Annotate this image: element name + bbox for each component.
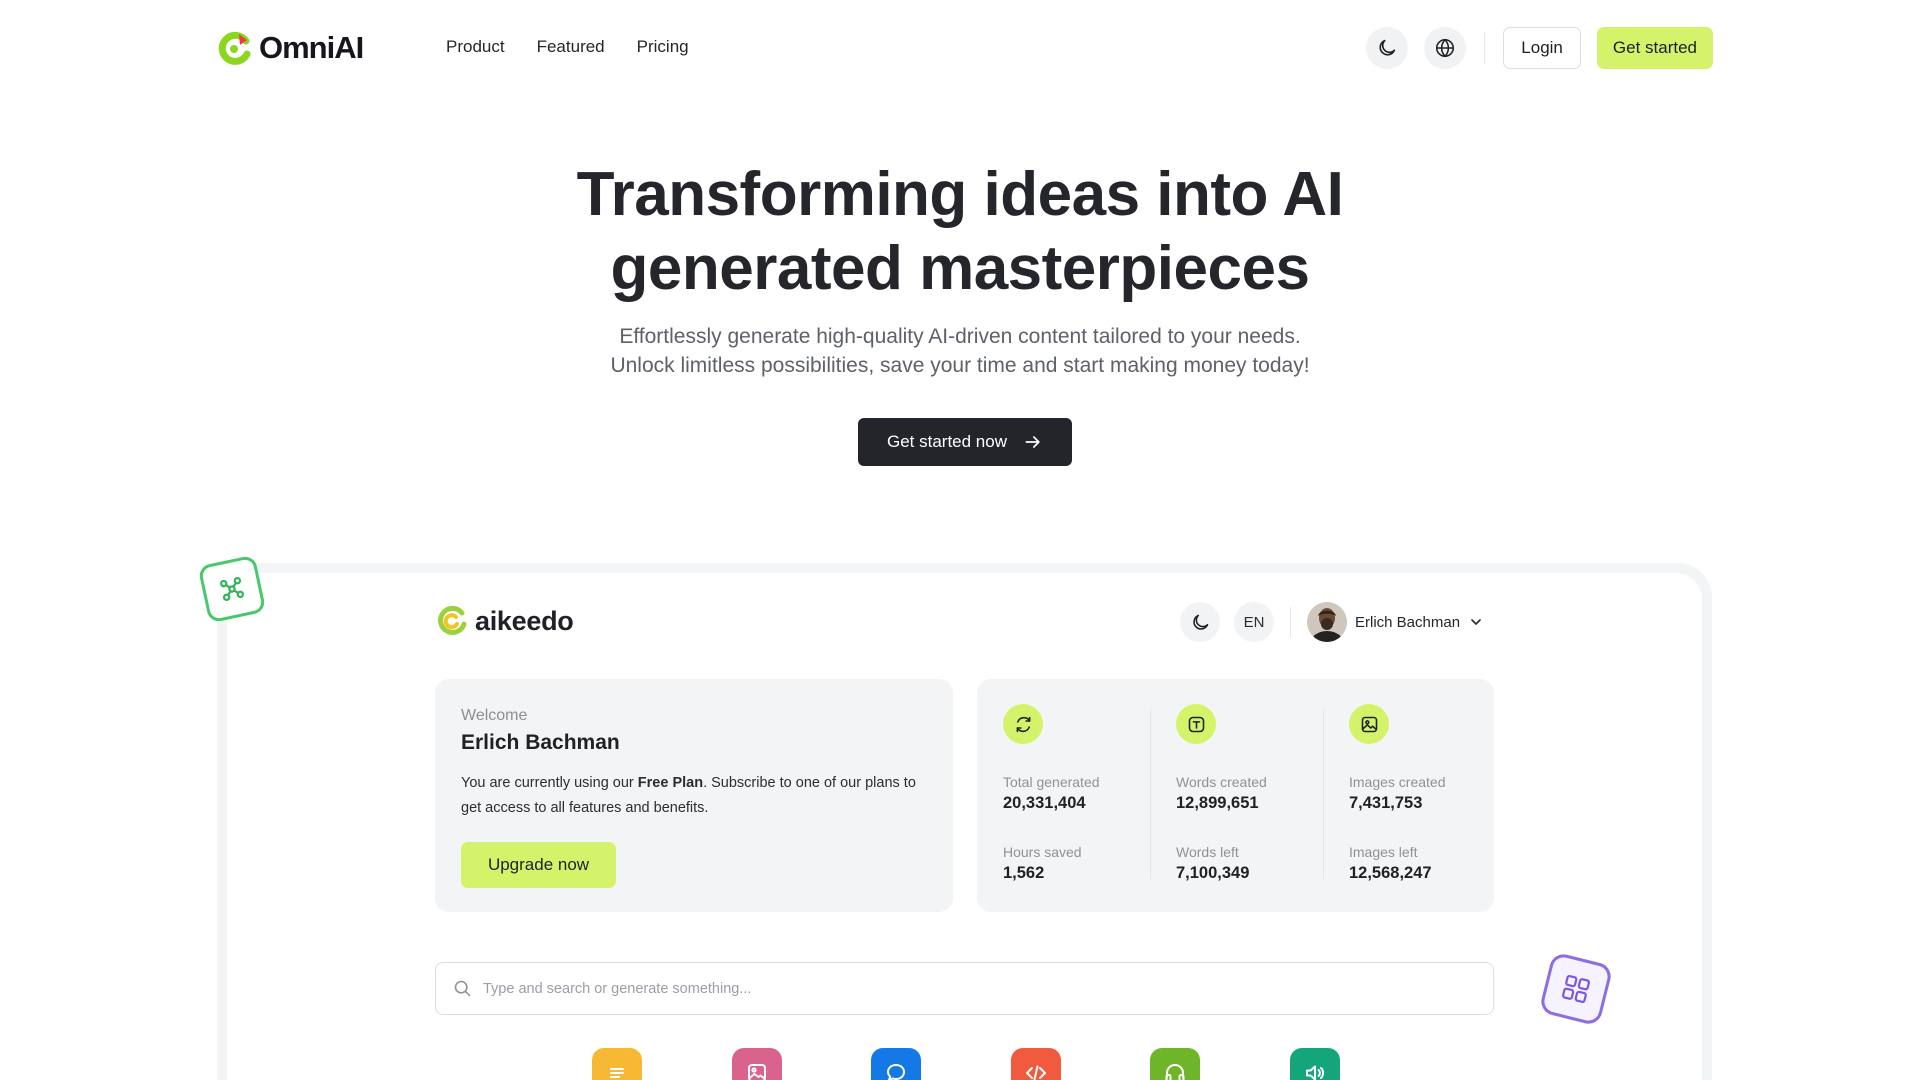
brand-logo[interactable]: OmniAI [217,30,364,66]
nav-divider [1484,32,1486,64]
stat-label: Words left [1176,844,1239,860]
speaker-icon [1306,1065,1325,1080]
image-icon [1361,716,1377,732]
hero-title-line-2: generated masterpieces [610,234,1310,303]
grid-icon [1561,974,1591,1004]
nav-link-featured[interactable]: Featured [537,37,605,57]
tool-code-tile[interactable] [1011,1048,1061,1080]
stat-column-total: Total generated 20,331,404 Hours saved 1… [977,679,1149,912]
stat-value: 12,568,247 [1349,864,1432,882]
tool-image-tile[interactable] [732,1048,782,1080]
welcome-label: Welcome [461,707,528,724]
aikeedo-logo-icon [438,605,467,635]
cta-label: Get started now [886,432,1007,451]
globe-icon [1436,38,1455,58]
omniai-logo-icon [218,31,251,65]
stat-label: Hours saved [1003,844,1082,860]
stat-label: Images left [1349,844,1418,860]
nav-actions: Login Get started [1366,27,1713,69]
tool-speech-tile[interactable] [1290,1048,1340,1080]
chat-icon [887,1064,905,1080]
stat-value: 20,331,404 [1003,794,1086,812]
tool-chat-tile[interactable] [871,1048,921,1080]
search-input[interactable] [483,980,1383,997]
search-icon [454,980,471,997]
text-icon [1188,716,1204,732]
aikeedo-logo-name: aikeedo [475,605,574,636]
arrow-right-icon [1025,436,1040,448]
welcome-card: Welcome Erlich Bachman You are currently… [435,679,953,912]
usage-stats-card: Total generated 20,331,404 Hours saved 1… [977,679,1494,912]
code-icon [1026,1065,1046,1080]
hero-subtitle: Effortlessly generate high-quality AI-dr… [0,322,1920,380]
nodes-icon [219,576,245,602]
stat-value: 1,562 [1003,864,1045,882]
plan-text-prefix: You are currently using our [461,775,638,791]
stat-label: Total generated [1003,774,1100,790]
search-bar [435,962,1494,1015]
chevron-down-icon [1471,619,1481,625]
nav-link-product[interactable]: Product [446,37,505,57]
dashboard-language-button[interactable]: EN [1234,602,1274,642]
hero-title-line-1: Transforming ideas into AI [576,160,1344,229]
dashboard-header-divider [1290,607,1291,637]
main-nav: Product Featured Pricing [446,37,689,57]
hero-subtitle-line-1: Effortlessly generate high-quality AI-dr… [619,325,1301,348]
image-icon [748,1064,766,1080]
avatar [1307,602,1347,642]
tool-voice-tile[interactable] [1150,1048,1200,1080]
get-started-now-button[interactable]: Get started now [858,418,1072,466]
stat-value: 7,100,349 [1176,864,1250,882]
refresh-icon [1016,716,1030,732]
stat-column-images: Images created 7,431,753 Images left 12,… [1323,679,1495,912]
hero-subtitle-line-2: Unlock limitless possibilities, save you… [610,354,1310,377]
stat-icon-badge [1176,704,1216,744]
stat-icon-badge [1349,704,1389,744]
headphones-icon [1165,1064,1185,1080]
stat-column-words: Words created 12,899,651 Words left 7,10… [1150,679,1322,912]
theme-toggle-button[interactable] [1366,27,1409,69]
nodes-badge [197,554,267,624]
hero-title: Transforming ideas into AI generated mas… [0,158,1920,306]
stat-label: Images created [1349,774,1446,790]
language-button[interactable] [1424,27,1467,69]
stat-icon-badge [1003,704,1043,744]
brand-name: OmniAI [259,30,364,65]
get-started-button[interactable]: Get started [1596,27,1713,69]
stat-value: 12,899,651 [1176,794,1259,812]
current-plan-name: Free Plan [637,775,704,791]
stat-label: Words created [1176,774,1267,790]
text-lines-icon [610,1068,624,1078]
aikeedo-logo[interactable]: aikeedo [435,604,574,638]
nav-link-pricing[interactable]: Pricing [637,37,689,57]
tool-writer-tile[interactable] [592,1048,642,1080]
moon-icon [1379,39,1396,56]
user-name: Erlich Bachman [1355,613,1461,631]
moon-icon [1192,614,1208,630]
dashboard-theme-toggle[interactable] [1180,602,1220,642]
dashboard-header-actions: EN Erlich Bachman [1180,602,1484,642]
welcome-user-name: Erlich Bachman [461,731,620,754]
top-navigation: OmniAI Product Featured Pricing Login Ge… [0,0,1920,98]
upgrade-now-button[interactable]: Upgrade now [461,842,616,888]
plan-description: You are currently using our Free Plan. S… [461,771,931,821]
user-menu[interactable]: Erlich Bachman [1307,602,1484,642]
stat-value: 7,431,753 [1349,794,1423,812]
login-button[interactable]: Login [1503,27,1581,69]
